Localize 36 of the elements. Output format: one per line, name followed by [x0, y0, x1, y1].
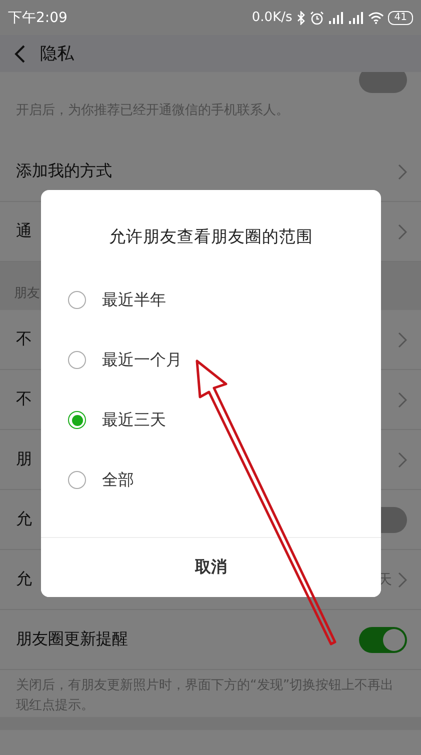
setting-label: 不 — [16, 389, 32, 410]
page-title: 隐私 — [40, 43, 74, 65]
toggle-switch[interactable] — [359, 72, 407, 93]
status-time: 下午2:09 — [8, 8, 68, 26]
option-label[interactable]: 最近一个月 — [102, 350, 182, 370]
chevron-icon[interactable] — [398, 572, 407, 588]
alarm-icon — [310, 10, 324, 24]
setting-label: 朋 — [16, 449, 32, 470]
network-speed: 0.0K/s — [252, 10, 292, 25]
radio-button[interactable] — [68, 291, 86, 309]
cancel-button[interactable]: 取消 — [41, 537, 381, 597]
setting-label: 添加我的方式 — [16, 161, 112, 182]
option-label[interactable]: 最近三天 — [102, 410, 166, 430]
radio-button[interactable] — [68, 411, 86, 429]
option-label[interactable]: 最近半年 — [102, 290, 166, 310]
chevron-icon[interactable] — [398, 164, 407, 180]
back-icon[interactable] — [14, 44, 26, 64]
setting-label: 允 — [16, 569, 32, 590]
bluetooth-icon — [296, 10, 306, 24]
chevron-icon[interactable] — [398, 392, 407, 408]
signal-icon — [348, 12, 364, 24]
chevron-icon[interactable] — [398, 332, 407, 348]
signal-icon — [328, 12, 344, 24]
battery-level: 41 — [388, 10, 413, 24]
setting-label: 不 — [16, 329, 32, 350]
setting-label: 通 — [16, 221, 32, 242]
wifi-icon — [368, 11, 384, 24]
setting-label: 允 — [16, 509, 32, 530]
chevron-icon[interactable] — [398, 452, 407, 468]
radio-button[interactable] — [68, 351, 86, 369]
option-label[interactable]: 全部 — [102, 470, 134, 490]
toggle-switch[interactable] — [359, 626, 407, 652]
dialog-title: 允许朋友查看朋友圈的范围 — [108, 226, 314, 248]
setting-label: 朋友圈更新提醒 — [16, 629, 128, 650]
radio-button[interactable] — [68, 471, 86, 489]
chevron-icon[interactable] — [398, 224, 407, 240]
